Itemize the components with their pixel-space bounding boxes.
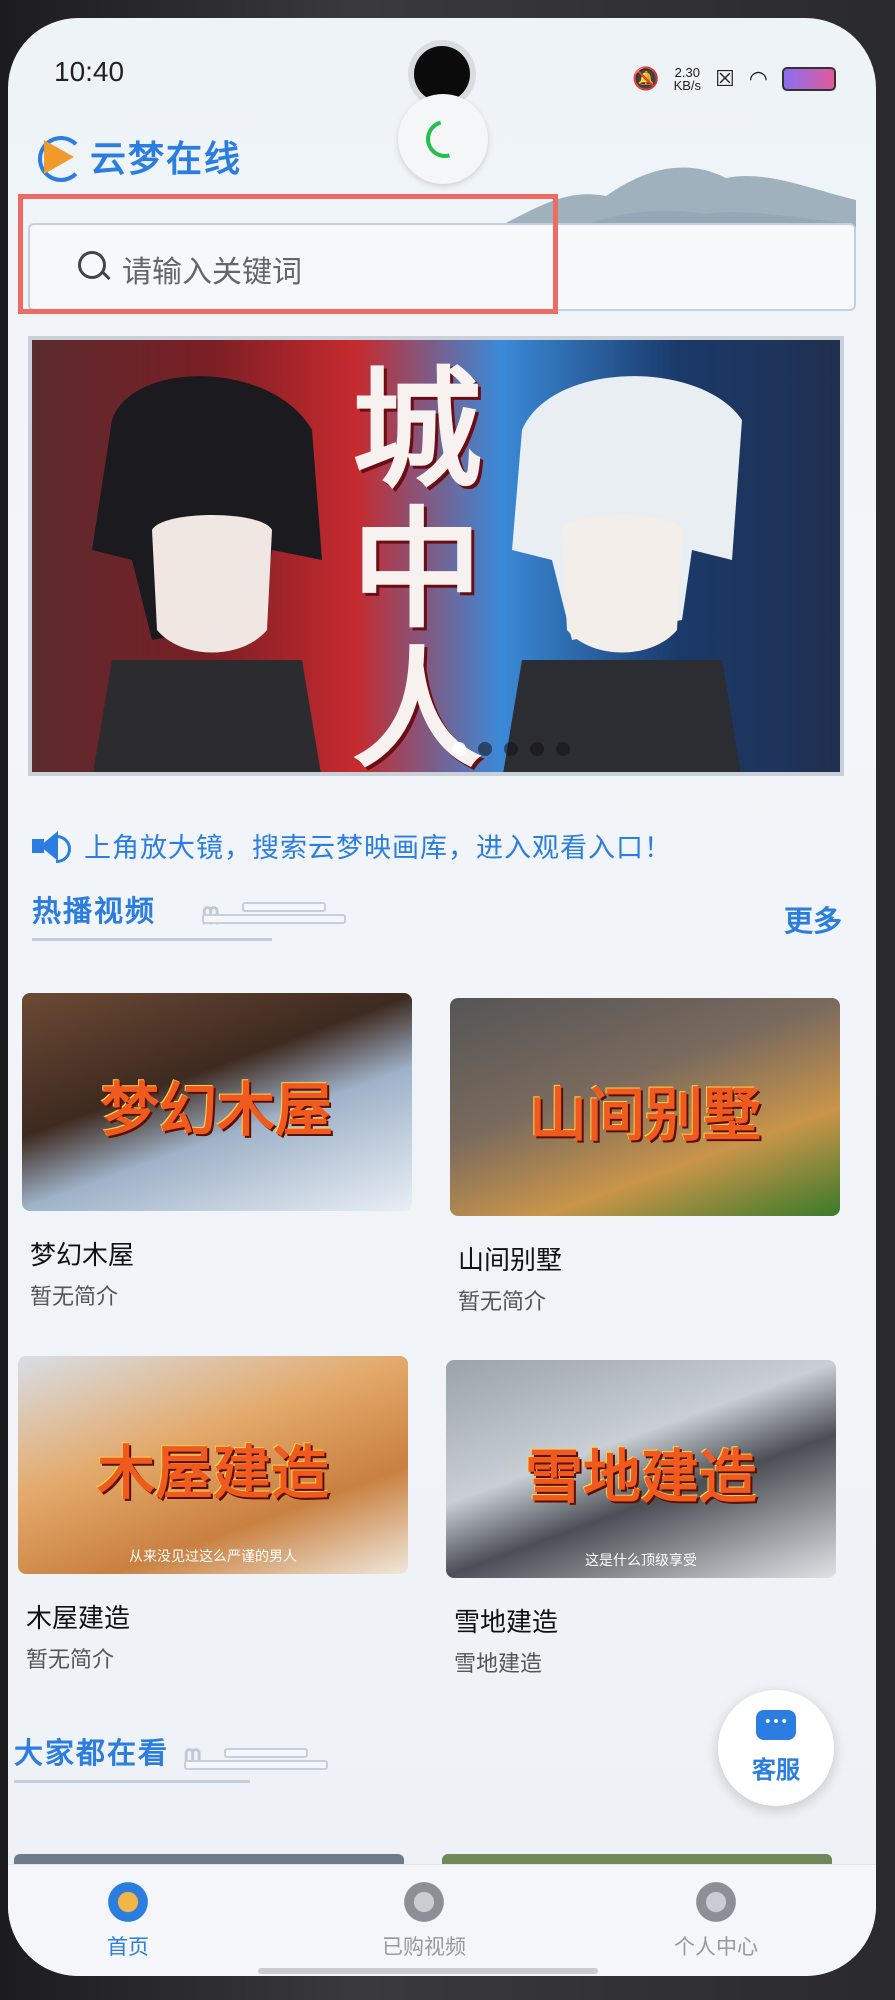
speaker-icon (32, 830, 71, 863)
notice-bar: 上角放大镜，搜索云梦映画库，进入观看入口！ (32, 826, 672, 865)
thumbnail-subtitle: 从来没见过这么严谨的男人 (129, 1549, 297, 1565)
video-description: 暂无简介 (30, 1285, 119, 1310)
carousel-dot[interactable] (556, 742, 570, 756)
carousel-indicator (452, 742, 570, 756)
section-title: 大家都在看 (14, 1736, 170, 1770)
chat-icon (756, 1710, 796, 1740)
video-thumbnail[interactable]: 木屋建造 从来没见过这么严谨的男人 (18, 1356, 408, 1574)
customer-service-button[interactable]: 客服 (718, 1690, 834, 1806)
banner-carousel[interactable]: 城 中 人 (28, 336, 844, 776)
notice-text: 上角放大镜，搜索云梦映画库，进入观看入口！ (84, 833, 672, 864)
section-underline (32, 938, 272, 941)
purchased-videos-icon (401, 1879, 447, 1925)
video-thumbnail[interactable]: 雪地建造 这是什么顶级享受 (446, 1360, 836, 1578)
everyone-watching-header: 大家都在看 ᗰ (14, 1730, 834, 1790)
video-thumbnail[interactable]: 梦幻木屋 (22, 993, 412, 1211)
nav-home[interactable]: 首页 (28, 1879, 228, 1961)
nav-label: 已购视频 (382, 1935, 466, 1959)
video-card[interactable]: 山间别墅 山间别墅 暂无简介 (450, 998, 842, 1318)
video-thumbnail[interactable]: 山间别墅 (450, 998, 840, 1216)
video-title[interactable]: 雪地建造 (454, 1602, 558, 1639)
carousel-dot[interactable] (530, 742, 544, 756)
section-title: 热播视频 (32, 894, 157, 928)
app-screen: 10:40 🔕 2.30 KB/s ☒ ◠ 云梦在线 请输入关键词 城 中 人 … (8, 18, 876, 1976)
thumbnail-caption: 山间别墅 (528, 1081, 761, 1149)
status-icons: 🔕 2.30 KB/s ☒ ◠ (632, 66, 836, 92)
app-title: 云梦在线 (90, 139, 243, 180)
network-speed: 2.30 KB/s (674, 66, 701, 92)
video-description: 雪地建造 (454, 1652, 543, 1677)
nav-label: 个人中心 (674, 1935, 758, 1959)
app-logo: 云梦在线 (38, 130, 242, 182)
silent-icon: 🔕 (632, 66, 660, 92)
video-description: 暂无简介 (458, 1290, 547, 1315)
profile-icon (693, 1879, 739, 1925)
video-card[interactable]: 木屋建造 从来没见过这么严谨的男人 木屋建造 暂无简介 (18, 1356, 410, 1676)
video-title[interactable]: 山间别墅 (458, 1240, 562, 1277)
carousel-dot[interactable] (478, 742, 492, 756)
sim-icon: ☒ (715, 66, 735, 92)
video-title[interactable]: 木屋建造 (26, 1598, 130, 1635)
carousel-dot[interactable] (452, 742, 466, 756)
banner-title: 城 中 人 (332, 353, 502, 773)
logo-icon (38, 136, 84, 182)
nav-profile[interactable]: 个人中心 (616, 1879, 816, 1961)
banner-title-char: 城 (351, 353, 482, 506)
thumbnail-subtitle: 这是什么顶级享受 (585, 1553, 697, 1569)
banner-character-right (503, 376, 742, 772)
hot-videos-header: 热播视频 ᗰ 更多 (32, 888, 852, 948)
thumbnail-caption: 梦幻木屋 (100, 1076, 333, 1144)
home-icon (105, 1879, 151, 1925)
nav-label: 首页 (107, 1935, 149, 1959)
more-link[interactable]: 更多 (784, 898, 842, 940)
customer-service-label: 客服 (752, 1756, 800, 1784)
video-card[interactable]: 梦幻木屋 梦幻木屋 暂无简介 (22, 993, 414, 1313)
video-card[interactable]: 雪地建造 这是什么顶级享受 雪地建造 雪地建造 (446, 1360, 838, 1680)
banner-character-left (92, 376, 322, 772)
section-decoration: ᗰ (202, 902, 362, 932)
video-title[interactable]: 梦幻木屋 (30, 1235, 134, 1272)
video-description: 暂无简介 (26, 1648, 115, 1673)
phone-frame: 10:40 🔕 2.30 KB/s ☒ ◠ 云梦在线 请输入关键词 城 中 人 … (0, 0, 895, 2000)
network-speed-unit: KB/s (673, 78, 702, 93)
wifi-icon: ◠ (748, 66, 768, 92)
section-underline (14, 1780, 250, 1783)
home-indicator[interactable] (258, 1968, 598, 1974)
carousel-dot[interactable] (504, 742, 518, 756)
bottom-navigation: 首页 已购视频 个人中心 (8, 1864, 876, 1976)
banner-title-char: 中 (351, 493, 482, 646)
search-highlight-box (18, 194, 558, 314)
section-decoration: ᗰ (184, 1744, 344, 1774)
thumbnail-caption: 雪地建造 (524, 1443, 757, 1511)
nav-purchased-videos[interactable]: 已购视频 (324, 1879, 524, 1961)
thumbnail-caption: 木屋建造 (96, 1439, 329, 1507)
battery-icon (782, 67, 836, 91)
status-time: 10:40 (54, 56, 125, 87)
